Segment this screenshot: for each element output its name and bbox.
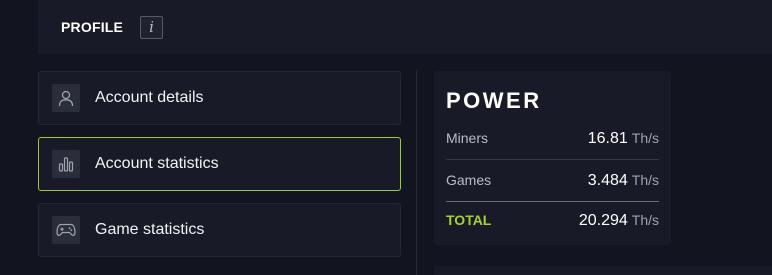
menu-item-account-details[interactable]: Account details (38, 71, 401, 125)
power-row-value-group: 3.484 Th/s (588, 172, 659, 190)
power-row-unit: Th/s (631, 172, 659, 188)
menu-item-label: Account details (95, 89, 204, 106)
power-row-value-group: 16.81 Th/s (588, 130, 659, 148)
menu-item-label: Game statistics (95, 221, 205, 238)
power-row-unit: Th/s (631, 212, 659, 228)
gamepad-icon (52, 216, 80, 244)
next-card (434, 266, 772, 275)
power-row-label: Games (446, 172, 492, 188)
bar-chart-icon (52, 150, 80, 178)
power-row-label: Miners (446, 130, 489, 146)
power-row-miners: Miners 16.81 Th/s (446, 130, 659, 148)
power-row-games: Games 3.484 Th/s (446, 172, 659, 190)
menu-item-account-statistics[interactable]: Account statistics (38, 137, 401, 191)
user-icon (52, 84, 80, 112)
power-row-label: TOTAL (446, 212, 492, 228)
power-row-value: 16.81 (587, 130, 628, 147)
power-card: POWER Miners 16.81 Th/s Games 3.484 Th/s T… (434, 71, 671, 245)
page-title: PROFILE (61, 19, 124, 35)
power-row-value-group: 20.294 Th/s (579, 212, 659, 230)
power-title: POWER (446, 88, 542, 113)
total-divider (446, 201, 659, 202)
menu-item-label: Account statistics (95, 155, 219, 172)
row-divider (446, 159, 659, 160)
power-row-value: 3.484 (587, 172, 628, 189)
menu-item-game-statistics[interactable]: Game statistics (38, 203, 401, 257)
divider (416, 70, 417, 275)
top-bar: PROFILE i (38, 0, 772, 54)
power-row-total: TOTAL 20.294 Th/s (446, 212, 659, 230)
power-row-value: 20.294 (578, 212, 628, 229)
info-icon[interactable]: i (140, 15, 164, 39)
power-row-unit: Th/s (631, 130, 659, 146)
